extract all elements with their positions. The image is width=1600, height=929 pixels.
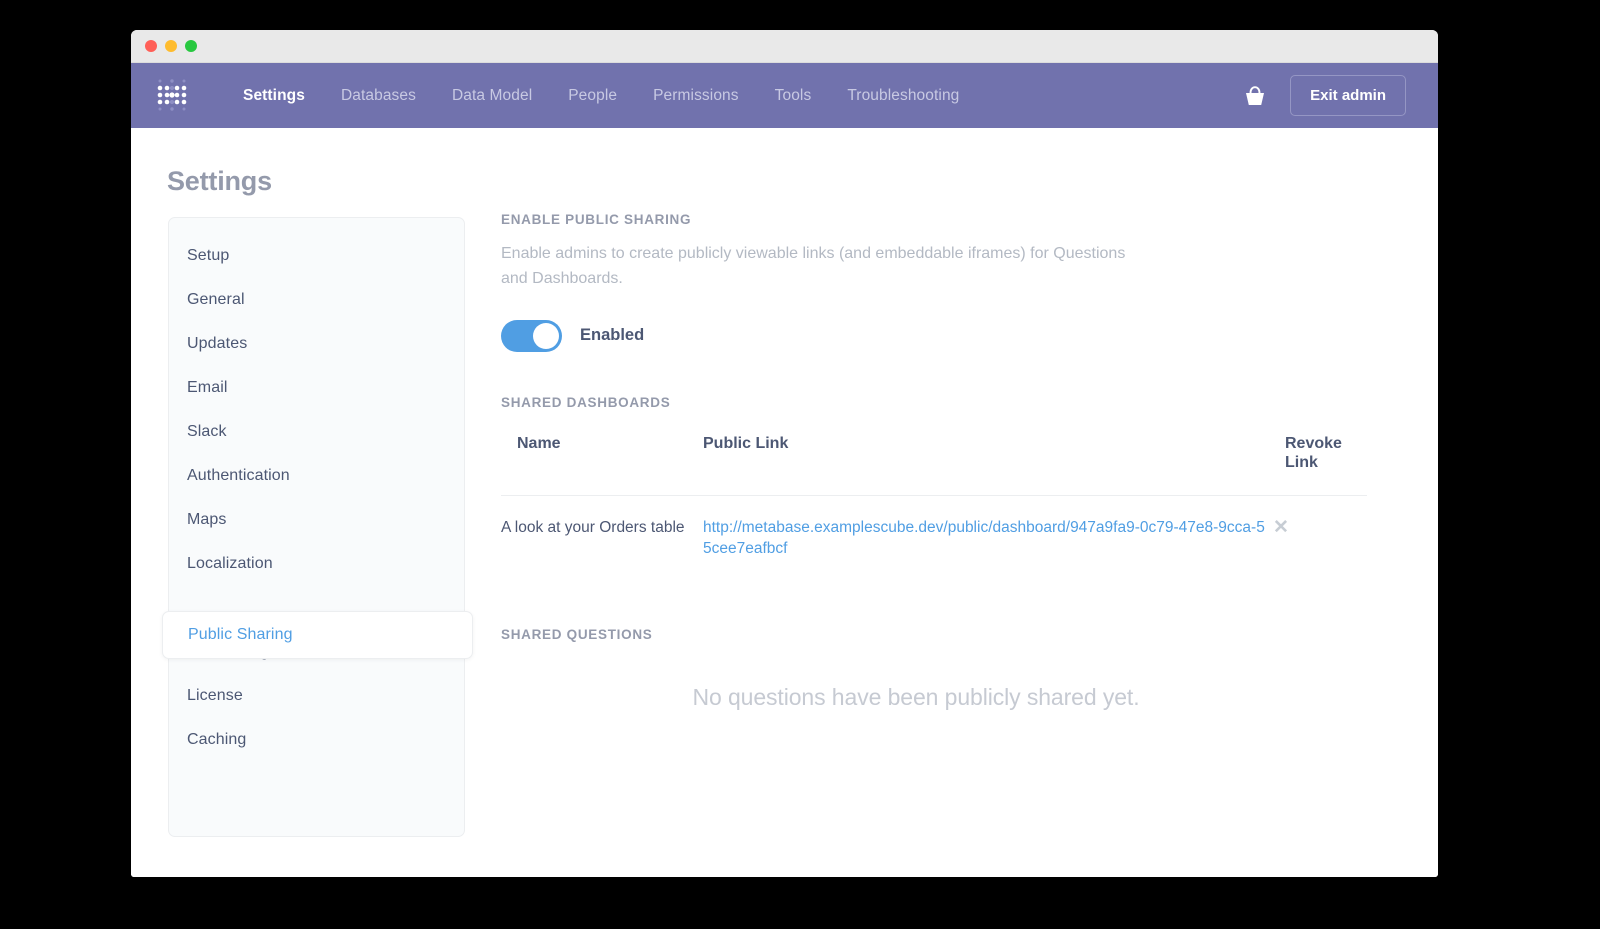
enable-public-sharing-heading: ENABLE PUBLIC SHARING [501,212,692,227]
column-header-public-link: Public Link [703,434,789,452]
sidebar-item-email[interactable]: Email [169,366,464,410]
dashboard-revoke-cell: ✕ [1273,494,1367,582]
page-title: Settings [167,166,272,196]
exit-admin-button[interactable]: Exit admin [1290,75,1406,116]
shared-questions-empty-message: No questions have been publicly shared y… [692,684,1140,711]
sidebar-item-localization[interactable]: Localization [169,542,464,586]
table-header-row: Name Public Link Revoke Link [501,434,1367,496]
shared-dashboards-heading: SHARED DASHBOARDS [501,394,671,410]
sidebar-item-license[interactable]: License [169,674,464,718]
sidebar-item-slack[interactable]: Slack [169,410,464,454]
enable-public-sharing-toggle-row: Enabled [501,319,1381,352]
basket-icon[interactable] [1242,84,1268,108]
toggle-knob [533,322,559,349]
dashboard-name-cell: A look at your Orders table [501,494,703,582]
metabase-dot-logo-icon[interactable] [155,76,189,116]
close-icon[interactable]: ✕ [1273,518,1289,537]
sidebar-item-updates[interactable]: Updates [169,322,464,366]
shared-dashboards-table: Name Public Link Revoke Link A look at y… [501,434,1367,582]
nav-item-databases[interactable]: Databases [323,81,434,111]
table-row: A look at your Orders table http://metab… [501,494,1367,582]
nav-item-people[interactable]: People [550,81,635,111]
sidebar-item-maps[interactable]: Maps [169,498,464,542]
nav-item-settings[interactable]: Settings [225,81,323,111]
sidebar-item-public-sharing[interactable]: Public Sharing [162,611,473,659]
sidebar-item-authentication[interactable]: Authentication [169,454,464,498]
sidebar-item-general[interactable]: General [169,278,464,322]
navbar-right-actions: Exit admin [1242,75,1406,116]
public-link[interactable]: http://metabase.examplescube.dev/public/… [703,519,1265,557]
window-minimize-button[interactable] [165,40,177,52]
enable-public-sharing-section: ENABLE PUBLIC SHARING Enable admins to c… [501,212,1381,352]
sidebar-item-setup[interactable]: Setup [169,234,464,278]
shared-questions-heading: SHARED QUESTIONS [501,627,653,643]
shared-questions-section: SHARED QUESTIONS No questions have been … [501,627,1381,711]
dashboard-link-cell: http://metabase.examplescube.dev/public/… [703,494,1273,582]
column-header-name: Name [517,434,561,452]
window-titlebar [131,30,1438,63]
nav-item-troubleshooting[interactable]: Troubleshooting [829,81,977,111]
enable-public-sharing-description: Enable admins to create publicly viewabl… [501,245,1126,287]
sidebar-item-caching[interactable]: Caching [169,718,464,762]
browser-window: Settings Databases Data Model People Per… [131,30,1438,877]
column-header-revoke-link: Revoke Link [1285,434,1342,472]
nav-item-permissions[interactable]: Permissions [635,81,757,111]
nav-item-tools[interactable]: Tools [757,81,830,111]
settings-sidebar: Setup General Updates Email Slack Authen… [162,217,473,837]
navbar-links: Settings Databases Data Model People Per… [225,81,1242,111]
nav-item-data-model[interactable]: Data Model [434,81,550,111]
public-sharing-toggle-label: Enabled [580,326,645,345]
settings-content: ENABLE PUBLIC SHARING Enable admins to c… [501,212,1381,711]
admin-navbar: Settings Databases Data Model People Per… [131,63,1438,128]
window-close-button[interactable] [145,40,157,52]
shared-dashboards-section: SHARED DASHBOARDS Name Public Link Revok… [501,395,1381,582]
window-zoom-button[interactable] [185,40,197,52]
admin-page-body: Settings Setup General Updates Email Sla… [131,128,1438,877]
public-sharing-toggle[interactable] [501,319,562,352]
